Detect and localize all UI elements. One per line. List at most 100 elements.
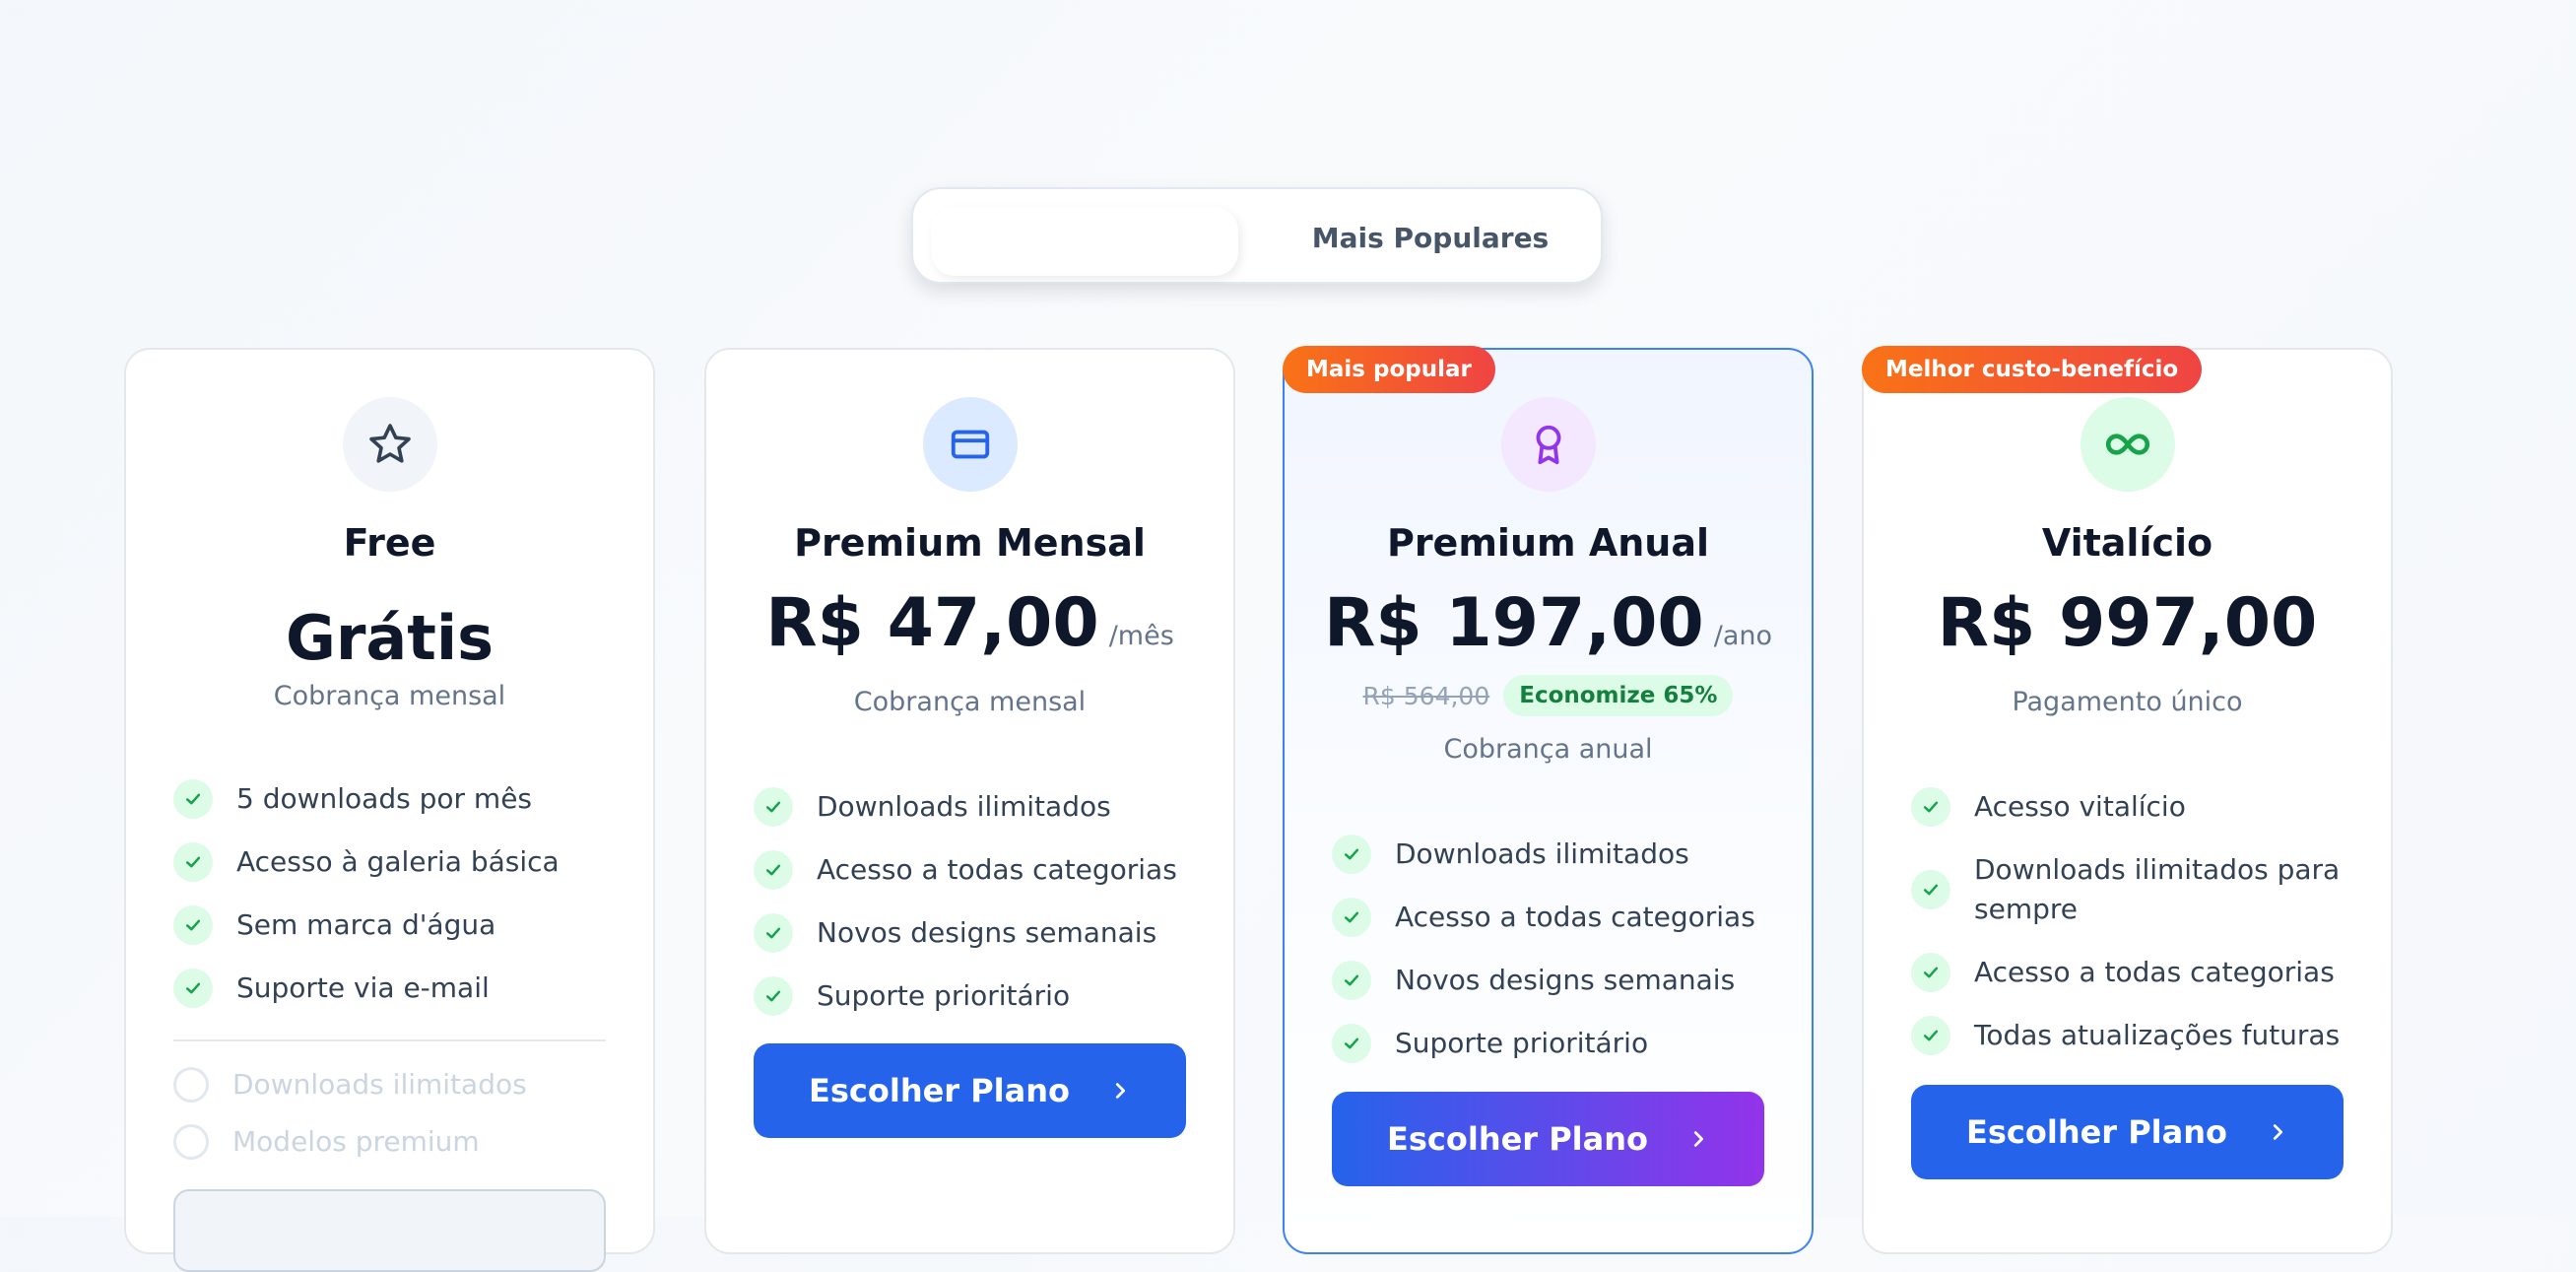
check-icon (173, 842, 213, 882)
price-row: R$ 47,00 /mês (706, 590, 1233, 657)
badge-mais-popular: Mais popular (1283, 346, 1495, 393)
feature-item: Downloads ilimitados (754, 787, 1186, 827)
badge-melhor-custo-beneficio: Melhor custo-benefício (1862, 346, 2203, 393)
billing-note: Cobrança mensal (853, 687, 1087, 717)
toggle-option-active[interactable] (931, 207, 1238, 276)
check-icon (1332, 1024, 1371, 1063)
button-label: Escolher Plano (1386, 1120, 1648, 1158)
check-icon (173, 905, 213, 945)
check-icon (173, 779, 213, 819)
feature-label: Acesso à galeria básica (236, 845, 560, 878)
plan-title: Vitalício (2041, 521, 2213, 565)
credit-card-icon (922, 397, 1018, 492)
feature-label: 5 downloads por mês (236, 782, 533, 815)
check-icon (1911, 787, 1950, 827)
check-icon (1332, 835, 1371, 874)
feature-list: Acesso vitalício Downloads ilimitados pa… (1911, 787, 2344, 1079)
feature-label: Novos designs semanais (817, 916, 1157, 949)
empty-circle-icon (173, 1067, 209, 1103)
feature-label: Novos designs semanais (1395, 964, 1736, 996)
infinity-icon (2080, 397, 2175, 492)
feature-label: Suporte prioritário (1395, 1027, 1649, 1059)
feature-label: Downloads ilimitados (817, 790, 1111, 823)
feature-item: Acesso à galeria básica (173, 842, 606, 882)
chevron-right-icon (1693, 1131, 1704, 1147)
plan-price: R$ 197,00 (1323, 584, 1704, 662)
check-icon (1332, 898, 1371, 937)
feature-label: Sem marca d'água (236, 908, 496, 941)
price-row: R$ 997,00 (1864, 590, 2391, 657)
feature-list: Downloads ilimitados Acesso a todas cate… (754, 787, 1186, 1039)
check-icon (1911, 1016, 1950, 1055)
plan-card-free: Free Grátis Cobrança mensal 5 downloads … (124, 348, 655, 1272)
feature-list: 5 downloads por mês Acesso à galeria bás… (173, 779, 606, 1032)
price-row: R$ 197,00 /ano (1285, 590, 1812, 657)
feature-label: Acesso a todas categorias (1974, 956, 2335, 988)
feature-item: Suporte prioritário (754, 976, 1186, 1016)
feature-item: Todas atualizações futuras (1911, 1016, 2344, 1055)
check-icon (754, 850, 793, 890)
old-price: R$ 564,00 (1362, 681, 1490, 710)
price-row: Grátis (126, 608, 653, 669)
feature-label: Acesso a todas categorias (1395, 901, 1755, 933)
billing-note: Pagamento único (2012, 687, 2243, 717)
plan-card-premium-mensal: Premium Mensal R$ 47,00 /mês Cobrança me… (704, 348, 1235, 1254)
plan-price: R$ 997,00 (1937, 584, 2318, 662)
choose-plan-button[interactable]: Escolher Plano (754, 1043, 1186, 1138)
plan-price: Grátis (285, 602, 495, 674)
plan-period: /ano (1713, 621, 1773, 651)
feature-label: Todas atualizações futuras (1974, 1019, 2341, 1051)
check-icon (754, 913, 793, 953)
feature-item: Acesso a todas categorias (1332, 898, 1764, 937)
feature-item: Acesso a todas categorias (1911, 953, 2344, 992)
plan-title: Premium Anual (1386, 521, 1710, 565)
plan-title: Premium Mensal (794, 521, 1146, 565)
feature-item: Novos designs semanais (754, 913, 1186, 953)
feature-item: Sem marca d'água (173, 905, 606, 945)
feature-item: Novos designs semanais (1332, 961, 1764, 1000)
feature-label: Modelos premium (232, 1125, 480, 1158)
choose-plan-button[interactable]: Escolher Plano (1911, 1085, 2344, 1179)
button-label: Escolher Plano (808, 1072, 1070, 1109)
toggle-option-popular[interactable]: Mais Populares (1258, 189, 1603, 286)
feature-item: Downloads ilimitados (1332, 835, 1764, 874)
plan-card-premium-anual: Mais popular Premium Anual R$ 197,00 /an… (1283, 346, 1814, 1254)
feature-item: Suporte prioritário (1332, 1024, 1764, 1063)
billing-toggle: Mais Populares (911, 187, 1603, 284)
savings-badge: Economize 65% (1503, 675, 1734, 716)
star-icon (342, 397, 437, 492)
savings-row: R$ 564,00 Economize 65% (1285, 675, 1812, 716)
feature-label: Suporte prioritário (817, 979, 1071, 1012)
button-label: Escolher Plano (1965, 1113, 2227, 1151)
feature-label: Acesso a todas categorias (817, 853, 1177, 886)
chevron-right-icon (2273, 1124, 2283, 1140)
feature-item: Acesso vitalício (1911, 787, 2344, 827)
feature-list: Downloads ilimitados Acesso a todas cate… (1332, 835, 1764, 1087)
feature-item: 5 downloads por mês (173, 779, 606, 819)
award-icon (1500, 397, 1596, 492)
plan-card-vitalicio: Melhor custo-benefício Vitalício R$ 997,… (1862, 346, 2393, 1254)
unavailable-feature-list: Downloads ilimitados Modelos premium (173, 1065, 606, 1179)
feature-label: Downloads ilimitados para sempre (1974, 853, 2341, 925)
check-icon (754, 976, 793, 1016)
check-icon (173, 969, 213, 1008)
chevron-right-icon (1115, 1083, 1126, 1099)
billing-note: Cobrança mensal (273, 681, 506, 711)
free-plan-button[interactable] (173, 1189, 606, 1272)
divider (173, 1039, 606, 1041)
plan-title: Free (343, 521, 436, 565)
check-icon (754, 787, 793, 827)
plan-period: /mês (1108, 621, 1174, 651)
empty-circle-icon (173, 1124, 209, 1160)
check-icon (1332, 961, 1371, 1000)
choose-plan-button[interactable]: Escolher Plano (1332, 1092, 1764, 1186)
feature-label: Downloads ilimitados (232, 1068, 527, 1101)
feature-label: Acesso vitalício (1974, 790, 2186, 823)
check-icon (1911, 870, 1950, 909)
feature-label: Suporte via e-mail (236, 971, 490, 1004)
feature-item: Downloads ilimitados para sempre (1911, 850, 2344, 929)
feature-item: Acesso a todas categorias (754, 850, 1186, 890)
plan-price: R$ 47,00 (765, 584, 1099, 662)
billing-note: Cobrança anual (1443, 734, 1653, 765)
unavailable-feature-item: Downloads ilimitados (173, 1065, 606, 1105)
